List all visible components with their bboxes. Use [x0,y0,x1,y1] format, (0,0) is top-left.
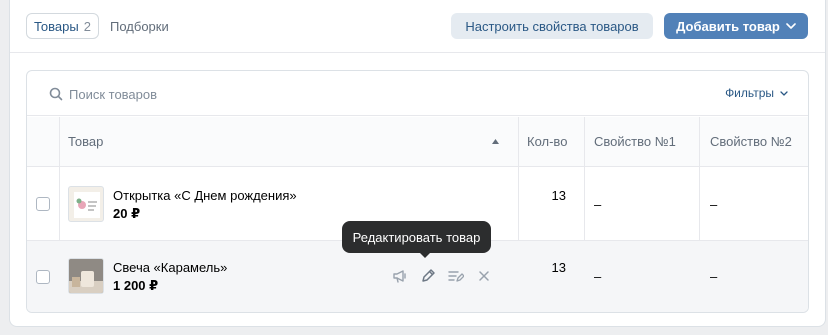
edit-tooltip: Редактировать товар [342,221,491,253]
column-header-prop1[interactable]: Свойство №1 [594,117,676,166]
search-bar: Фильтры [27,71,808,116]
tab-products-label: Товары [34,18,79,34]
product-price: 20 ₽ [113,206,141,221]
column-header-product[interactable]: Товар [68,117,103,166]
products-table: Фильтры Товар Кол-во Свойство №1 Свойств… [26,70,809,313]
edit-tooltip-text: Редактировать товар [352,229,481,245]
filters-label: Фильтры [725,86,774,100]
chevron-down-icon [780,90,788,96]
configure-properties-button[interactable]: Настроить свойства товаров [451,13,653,39]
row-checkbox[interactable] [36,270,50,284]
tab-products[interactable]: Товары 2 [26,13,99,39]
product-prop2: – [710,269,718,284]
products-card: Товары 2 Подборки Настроить свойства тов… [9,0,826,327]
column-header-product-label: Товар [68,134,104,149]
column-header-prop2[interactable]: Свойство №2 [710,117,792,166]
megaphone-icon[interactable] [391,267,409,285]
product-prop1: – [594,197,602,212]
top-bar: Товары 2 Подборки Настроить свойства тов… [10,0,825,53]
product-price: 1 200 ₽ [113,278,159,293]
product-thumbnail [68,258,104,294]
chevron-down-icon [786,23,796,29]
product-name[interactable]: Свеча «Карамель» [113,260,227,275]
tab-collections[interactable]: Подборки [110,13,169,39]
tooltip-arrow [419,252,431,258]
table-header: Товар Кол-во Свойство №1 Свойство №2 [27,117,808,167]
search-input[interactable] [69,83,569,105]
add-product-label: Добавить товар [676,18,780,34]
product-thumbnail [68,186,104,222]
column-header-qty[interactable]: Кол-во [527,117,567,166]
product-prop1: – [594,269,602,284]
product-qty: 13 [551,188,566,203]
column-header-prop1-label: Свойство №1 [594,134,676,149]
tab-products-count: 2 [83,18,91,34]
configure-properties-label: Настроить свойства товаров [465,18,639,34]
row-actions [391,267,493,285]
pencil-icon[interactable] [419,267,437,285]
tab-collections-label: Подборки [110,18,169,34]
add-product-button[interactable]: Добавить товар [664,13,808,39]
column-header-qty-label: Кол-во [527,134,568,149]
filters-button[interactable]: Фильтры [725,86,788,100]
product-qty: 13 [551,260,566,275]
search-icon [49,87,63,101]
row-checkbox[interactable] [36,197,50,211]
close-icon[interactable] [475,267,493,285]
product-name[interactable]: Открытка «С Днем рождения» [113,188,297,203]
sort-arrow-icon[interactable] [492,139,499,144]
column-header-prop2-label: Свойство №2 [710,134,792,149]
edit-lines-icon[interactable] [447,267,465,285]
product-prop2: – [710,197,718,212]
